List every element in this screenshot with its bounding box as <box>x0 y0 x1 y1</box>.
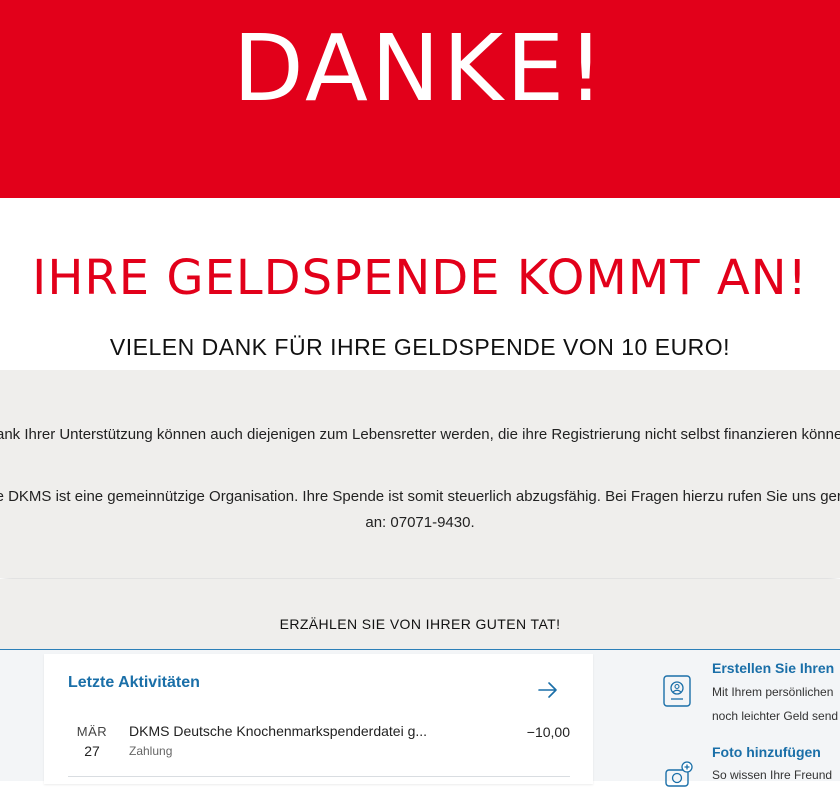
thanks-amount-line: VIELEN DANK FÜR IHRE GELDSPENDE VON 10 E… <box>109 334 731 360</box>
recent-activity-card: Letzte Aktivitäten MÄR 27 DKMS Deutsche … <box>44 654 593 784</box>
activity-day: 27 <box>84 743 100 759</box>
add-photo-link[interactable]: Foto hinzufügen <box>712 744 821 760</box>
recent-activity-title[interactable]: Letzte Aktivitäten <box>68 674 200 692</box>
create-profile-link[interactable]: Erstellen Sie Ihren <box>712 660 834 676</box>
activity-type: Zahlung <box>129 744 173 758</box>
hero-title: DANKE! <box>232 15 608 122</box>
activity-amount: −10,00 <box>526 724 570 740</box>
activity-merchant: DKMS Deutsche Knochenmarkspenderdatei g.… <box>129 723 428 739</box>
support-paragraph: Dank Ihrer Unterstützung können auch die… <box>0 426 840 443</box>
activity-month: MÄR <box>76 724 108 739</box>
camera-plus-icon <box>664 760 694 794</box>
create-profile-text-2: noch leichter Geld send <box>712 709 839 723</box>
arrow-right-icon[interactable] <box>536 678 560 702</box>
donation-arrives-heading: IHRE GELDSPENDE KOMMT AN! <box>32 250 808 306</box>
tax-info-paragraph: Die DKMS ist eine gemeinnützige Organisa… <box>0 488 840 531</box>
activity-divider <box>68 776 570 777</box>
id-card-icon <box>662 674 692 708</box>
create-profile-text-1: Mit Ihrem persönlichen <box>712 685 834 699</box>
add-photo-text: So wissen Ihre Freund <box>712 768 833 782</box>
info-box <box>0 370 840 578</box>
share-label: ERZÄHLEN SIE VON IHRER GUTEN TAT! <box>279 616 561 632</box>
share-band <box>0 579 840 649</box>
